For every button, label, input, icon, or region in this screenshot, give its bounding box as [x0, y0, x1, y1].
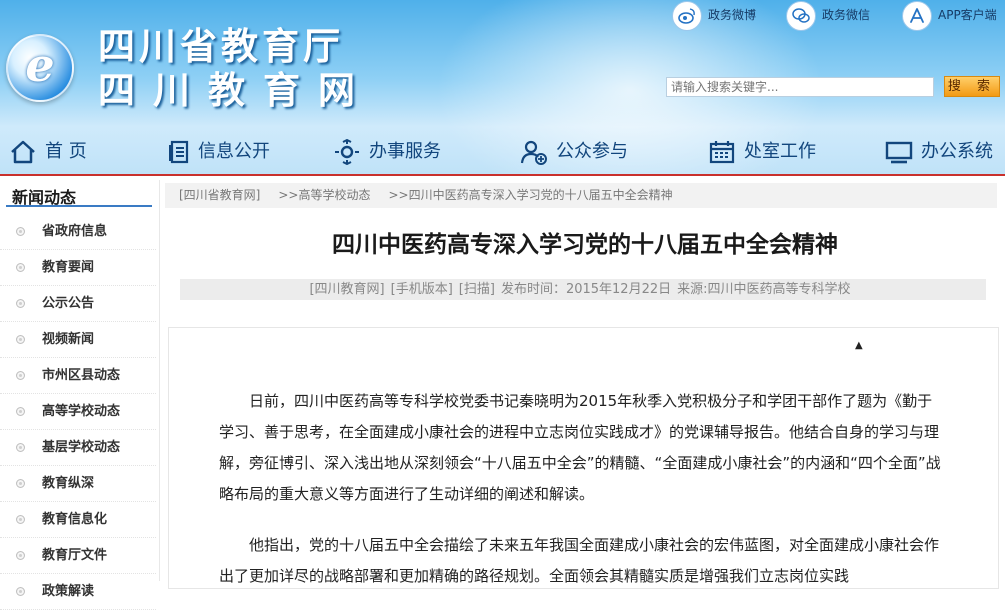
sidebar: 新闻动态 省政府信息 教育要闻 公示公告 视频新闻 市州区县动态 高等学校动态 …	[0, 176, 156, 610]
site-title[interactable]: 四川省教育厅 四川教育网	[98, 24, 373, 112]
article-paragraph: 他指出，党的十八届五中全会描绘了未来五年我国全面建成小康社会的宏伟蓝图，对全面建…	[219, 536, 940, 585]
sidebar-item-city-county-news[interactable]: 市州区县动态	[0, 358, 156, 394]
sidebar-item-education-it[interactable]: 教育信息化	[0, 502, 156, 538]
logo-letter: e	[25, 38, 55, 92]
sidebar-item-education-news[interactable]: 教育要闻	[0, 250, 156, 286]
document-list-icon	[169, 140, 189, 164]
sidebar-item-label: 视频新闻	[42, 332, 95, 347]
sidebar-item-video-news[interactable]: 视频新闻	[0, 322, 156, 358]
site-title-line1: 四川省教育厅	[98, 24, 344, 68]
wechat-link[interactable]: 政务微信	[786, 0, 870, 31]
article-paragraph: 日前，四川中医药高等专科学校党委书记秦晓明为2015年秋季入党积极分子和学团干部…	[219, 392, 941, 503]
nav-info-disclosure-label: 信息公开	[198, 141, 270, 162]
meta-publish-date: 发布时间：2015年12月22日	[500, 282, 672, 297]
sidebar-item-grassroots-school-news[interactable]: 基层学校动态	[0, 430, 156, 466]
sidebar-item-label: 基层学校动态	[42, 440, 121, 455]
sidebar-item-label: 高等学校动态	[42, 404, 121, 419]
nav-department-work-label: 处室工作	[744, 141, 816, 162]
sidebar-item-policy-interpretation[interactable]: 政策解读	[0, 574, 156, 610]
meta-scan-link[interactable]: [扫描]	[459, 282, 495, 297]
nav-office-system-label: 办公系统	[921, 141, 993, 162]
breadcrumb: [四川省教育网] >>高等学校动态 >>四川中医药高专深入学习党的十八届五中全会精神	[165, 183, 997, 208]
breadcrumb-current-page[interactable]: >>四川中医药高专深入学习党的十八届五中全会精神	[389, 188, 673, 202]
sidebar-item-label: 市州区县动态	[42, 368, 121, 383]
bullet-icon	[16, 335, 25, 344]
app-link-label: APP客户端	[938, 8, 997, 22]
mouse-cursor-icon: ▲	[855, 340, 863, 351]
nav-public-participation[interactable]: 公众参与	[520, 134, 628, 170]
bullet-icon	[16, 443, 25, 452]
site-header: e 四川省教育厅 四川教育网 政务微博 政务微信 APP客户端 搜 索 首 页 …	[0, 0, 1005, 176]
nav-public-participation-label: 公众参与	[556, 141, 628, 162]
bullet-icon	[16, 407, 25, 416]
nav-services-label: 办事服务	[369, 141, 441, 162]
nav-office-system[interactable]: 办公系统	[885, 134, 993, 170]
meta-mobile-version-link[interactable]: [手机版本]	[391, 282, 453, 297]
nav-home-label: 首 页	[45, 141, 87, 162]
wechat-icon	[786, 0, 816, 31]
sidebar-item-education-depth[interactable]: 教育纵深	[0, 466, 156, 502]
sidebar-item-label: 教育要闻	[42, 260, 95, 275]
breadcrumb-category-link[interactable]: >>高等学校动态	[278, 188, 370, 202]
bullet-icon	[16, 551, 25, 560]
sidebar-title-underline	[6, 205, 152, 207]
sidebar-list: 省政府信息 教育要闻 公示公告 视频新闻 市州区县动态 高等学校动态 基层学校动…	[0, 214, 156, 610]
bullet-icon	[16, 587, 25, 596]
bullet-icon	[16, 371, 25, 380]
sidebar-item-university-news[interactable]: 高等学校动态	[0, 394, 156, 430]
bullet-icon	[16, 479, 25, 488]
nav-info-disclosure[interactable]: 信息公开	[168, 134, 270, 170]
article-meta: [四川教育网] [手机版本] [扫描] 发布时间：2015年12月22日 来源:四川中医…	[180, 279, 986, 300]
nav-department-work[interactable]: 处室工作	[708, 134, 816, 170]
calendar-icon	[709, 141, 735, 164]
bullet-icon	[16, 227, 25, 236]
nav-services[interactable]: 办事服务	[333, 134, 441, 170]
weibo-link[interactable]: 政务微博	[672, 0, 756, 31]
service-icon	[335, 138, 359, 166]
meta-site-link[interactable]: [四川教育网]	[309, 282, 384, 297]
nav-home[interactable]: 首 页	[9, 134, 87, 170]
search-input[interactable]	[666, 77, 934, 97]
meta-source: 来源:四川中医药高等专科学校	[677, 282, 851, 297]
bullet-icon	[16, 515, 25, 524]
breadcrumb-home-link[interactable]: [四川省教育网]	[179, 188, 260, 202]
weibo-icon	[672, 0, 702, 31]
monitor-icon	[885, 141, 913, 164]
sidebar-item-label: 公示公告	[42, 296, 95, 311]
weibo-link-label: 政务微博	[708, 8, 757, 22]
app-store-icon	[902, 0, 932, 31]
app-link[interactable]: APP客户端	[902, 0, 997, 31]
sidebar-item-department-documents[interactable]: 教育厅文件	[0, 538, 156, 574]
sidebar-item-label: 教育厅文件	[42, 548, 108, 563]
article-body: 日前，四川中医药高等专科学校党委书记秦晓明为2015年秋季入党积极分子和学团干部…	[168, 327, 999, 589]
search-button[interactable]: 搜 索	[944, 76, 1000, 97]
main-nav: 首 页 信息公开 办事服务 公众参与 处室工作 办公系统	[0, 130, 1005, 172]
article-title: 四川中医药高专深入学习党的十八届五中全会精神	[332, 232, 838, 258]
sidebar-item-announcements[interactable]: 公示公告	[0, 286, 156, 322]
user-add-icon	[520, 140, 547, 165]
home-icon	[11, 140, 35, 164]
wechat-link-label: 政务微信	[822, 8, 871, 22]
sidebar-item-label: 教育信息化	[42, 512, 108, 527]
sidebar-item-provincial-gov-info[interactable]: 省政府信息	[0, 214, 156, 250]
sidebar-item-label: 教育纵深	[42, 476, 95, 491]
sidebar-divider	[159, 180, 160, 581]
site-title-line2: 四川教育网	[98, 68, 373, 112]
bullet-icon	[16, 263, 25, 272]
sidebar-item-label: 政策解读	[42, 584, 95, 599]
sidebar-item-label: 省政府信息	[42, 224, 108, 239]
site-logo[interactable]: e	[6, 34, 74, 102]
bullet-icon	[16, 299, 25, 308]
